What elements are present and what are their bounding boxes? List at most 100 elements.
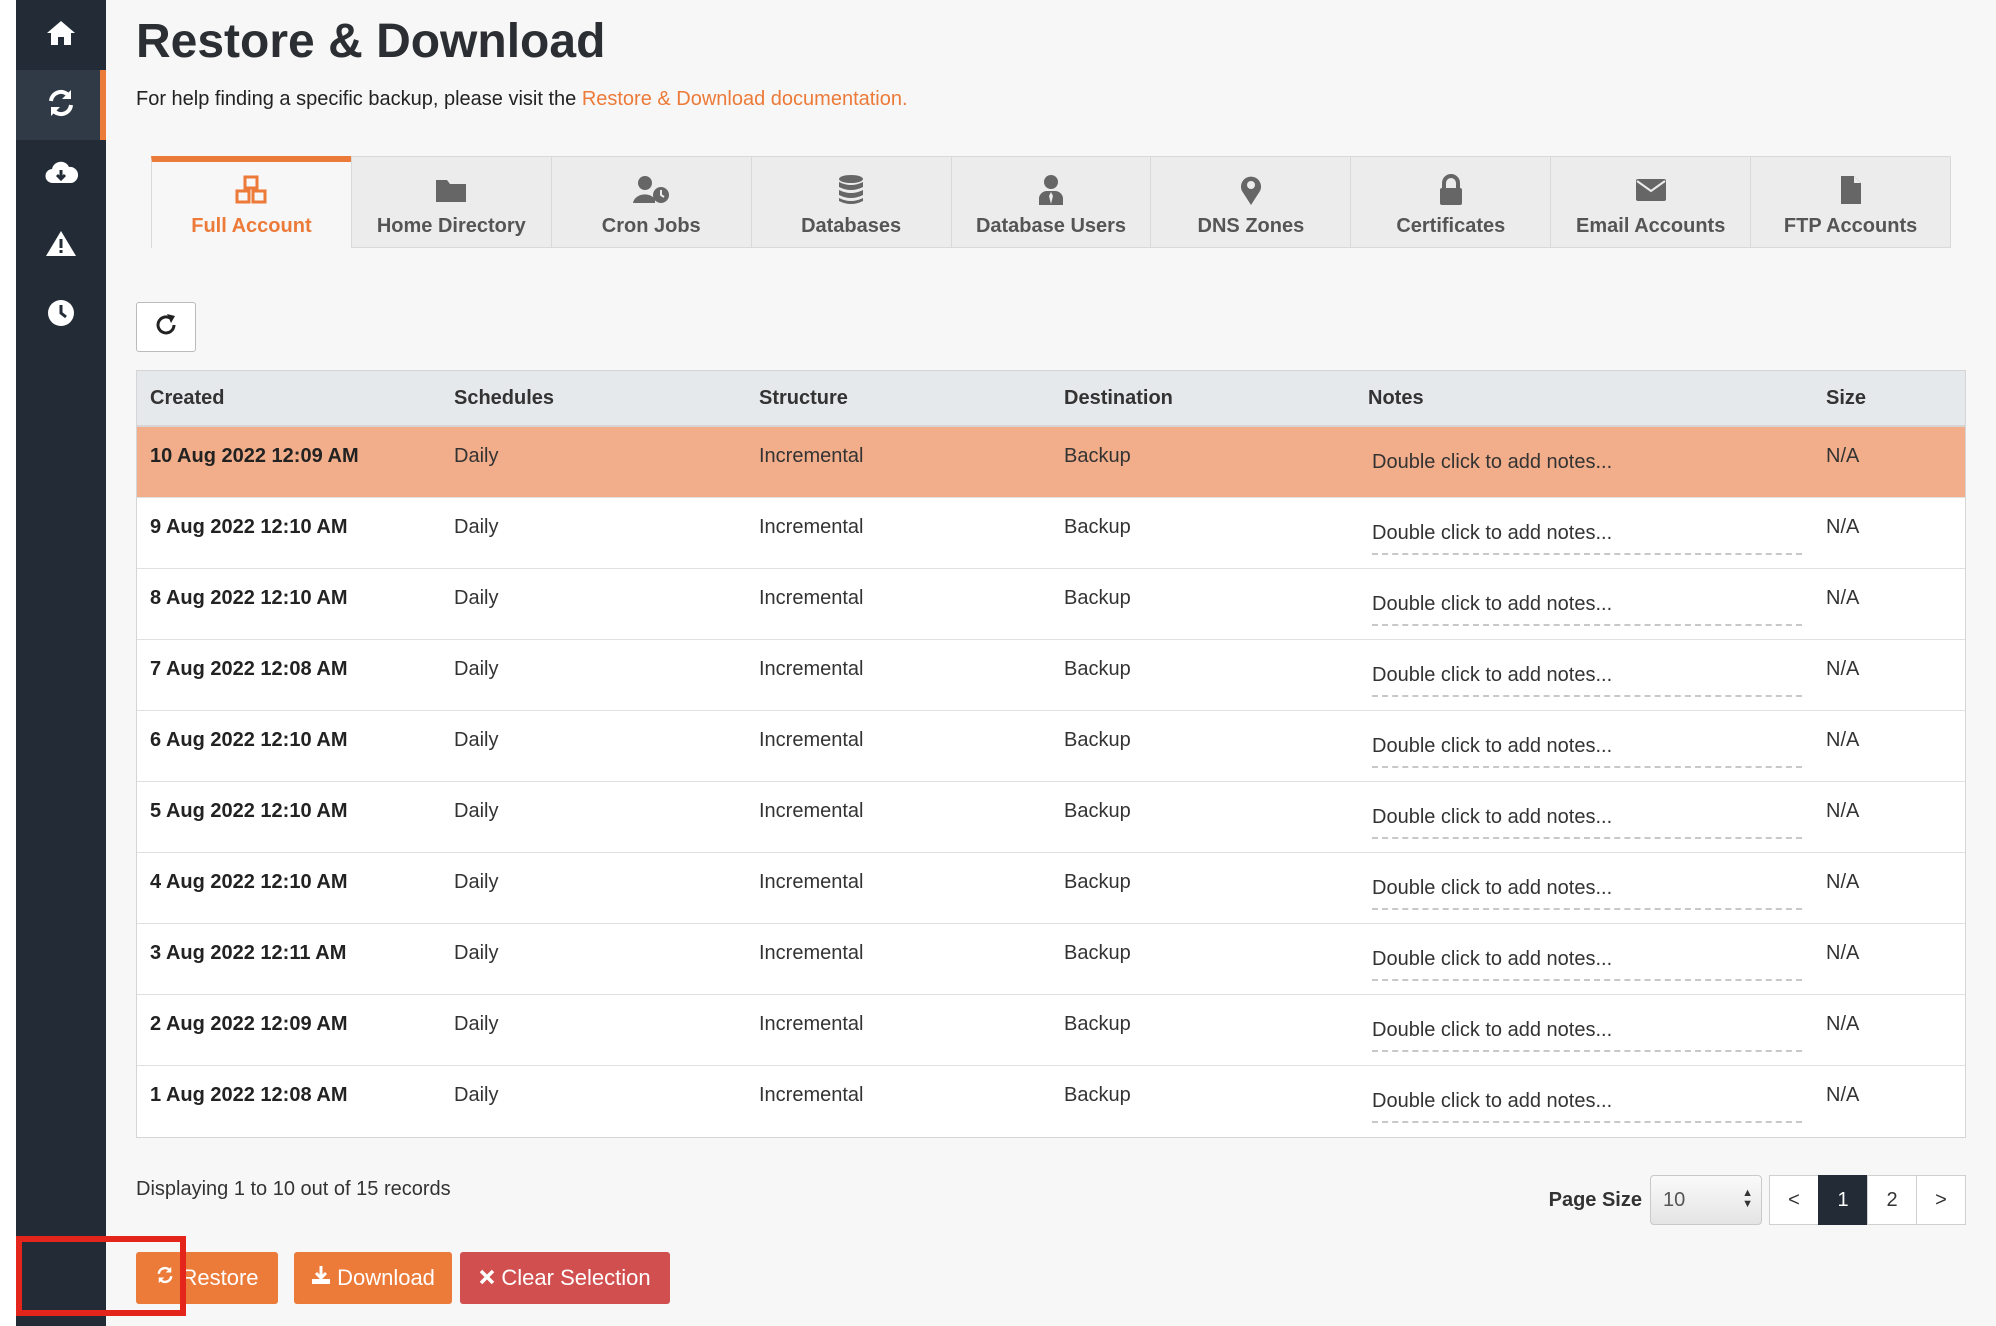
cell-notes: Double click to add notes... <box>1355 640 1813 710</box>
sidebar-item-restore[interactable] <box>16 70 106 140</box>
help-text: For help finding a specific backup, plea… <box>136 88 908 111</box>
restore-button[interactable]: Restore <box>136 1252 278 1304</box>
cell-structure: Incremental <box>759 516 864 538</box>
cell-destination: Backup <box>1064 729 1131 751</box>
table-row[interactable]: 1 Aug 2022 12:08 AM Daily Incremental Backu… <box>137 1066 1965 1137</box>
table-row[interactable]: 4 Aug 2022 12:10 AM Daily Incremental Backu… <box>137 853 1965 924</box>
notes-field[interactable]: Double click to add notes... <box>1372 593 1802 626</box>
tab-label: Database Users <box>975 215 1127 237</box>
cell-created: 1 Aug 2022 12:08 AM <box>150 1084 348 1106</box>
cell-size: N/A <box>1826 871 1860 893</box>
tab-database-users[interactable]: Database Users <box>950 156 1151 248</box>
cell-structure: Incremental <box>759 800 864 822</box>
notes-field[interactable]: Double click to add notes... <box>1372 735 1802 768</box>
clear-selection-button-label: Clear Selection <box>501 1265 651 1290</box>
tab-cron-jobs[interactable]: Cron Jobs <box>550 156 751 248</box>
table-row[interactable]: 3 Aug 2022 12:11 AM Daily Incremental Backu… <box>137 924 1965 995</box>
warning-icon <box>45 229 77 262</box>
tab-ftp-accounts[interactable]: FTP Accounts <box>1750 156 1952 248</box>
notes-field[interactable]: Double click to add notes... <box>1372 1090 1802 1123</box>
column-header-size[interactable]: Size <box>1813 387 1963 410</box>
sidebar-item-home[interactable] <box>16 0 106 70</box>
cell-size: N/A <box>1826 516 1860 538</box>
tab-home-directory[interactable]: Home Directory <box>350 156 551 248</box>
cell-notes: Double click to add notes... <box>1355 782 1813 852</box>
cell-destination: Backup <box>1064 658 1131 680</box>
page-2-button[interactable]: 2 <box>1867 1175 1917 1225</box>
page-title: Restore & Download <box>136 15 606 68</box>
cell-schedules: Daily <box>454 445 499 467</box>
help-text-prefix: For help finding a specific backup, plea… <box>136 88 582 110</box>
notes-field[interactable]: Double click to add notes... <box>1372 1019 1802 1052</box>
table-row[interactable]: 9 Aug 2022 12:10 AM Daily Incremental Backu… <box>137 498 1965 569</box>
notes-field[interactable]: Double click to add notes... <box>1372 806 1802 839</box>
tab-label: Certificates <box>1396 215 1506 237</box>
notes-field[interactable]: Double click to add notes... <box>1372 664 1802 697</box>
page-size-select[interactable]: 10 ▲ ▼ <box>1650 1175 1762 1225</box>
cell-structure: Incremental <box>759 1084 864 1106</box>
table-row[interactable]: 10 Aug 2022 12:09 AM Daily Incremental Back… <box>137 427 1965 498</box>
tab-certificates[interactable]: Certificates <box>1350 156 1551 248</box>
tab-dns-zones[interactable]: DNS Zones <box>1150 156 1351 248</box>
table-body: 10 Aug 2022 12:09 AM Daily Incremental Back… <box>137 427 1965 1137</box>
main-content: Restore & Download For help finding a sp… <box>106 0 1996 1326</box>
records-summary: Displaying 1 to 10 out of 15 records <box>136 1178 451 1200</box>
cell-created: 10 Aug 2022 12:09 AM <box>150 445 359 467</box>
notes-field[interactable]: Double click to add notes... <box>1372 451 1802 484</box>
home-icon <box>45 19 77 52</box>
cell-structure: Incremental <box>759 729 864 751</box>
column-header-structure[interactable]: Structure <box>746 387 1051 410</box>
cell-schedules: Daily <box>454 587 499 609</box>
table-row[interactable]: 8 Aug 2022 12:10 AM Daily Incremental Backu… <box>137 569 1965 640</box>
cell-destination: Backup <box>1064 800 1131 822</box>
notes-field[interactable]: Double click to add notes... <box>1372 948 1802 981</box>
cell-destination: Backup <box>1064 587 1131 609</box>
sidebar-item-alerts[interactable] <box>16 210 106 280</box>
cell-schedules: Daily <box>454 1084 499 1106</box>
cell-schedules: Daily <box>454 942 499 964</box>
clear-selection-button[interactable]: Clear Selection <box>460 1252 670 1304</box>
notes-field[interactable]: Double click to add notes... <box>1372 522 1802 555</box>
table-row[interactable]: 5 Aug 2022 12:10 AM Daily Incremental Backu… <box>137 782 1965 853</box>
select-arrows-icon: ▲ ▼ <box>1742 1187 1753 1210</box>
column-header-notes[interactable]: Notes <box>1355 387 1813 410</box>
cell-structure: Incremental <box>759 587 864 609</box>
cell-created: 5 Aug 2022 12:10 AM <box>150 800 348 822</box>
cell-structure: Incremental <box>759 1013 864 1035</box>
cell-notes: Double click to add notes... <box>1355 427 1813 497</box>
cloud-download-icon <box>44 159 79 192</box>
cell-schedules: Daily <box>454 658 499 680</box>
sidebar-item-download[interactable] <box>16 140 106 210</box>
prev-page-button[interactable]: < <box>1769 1175 1819 1225</box>
cell-created: 3 Aug 2022 12:11 AM <box>150 942 347 964</box>
cell-structure: Incremental <box>759 445 864 467</box>
table-row[interactable]: 2 Aug 2022 12:09 AM Daily Incremental Backu… <box>137 995 1965 1066</box>
tab-full-account[interactable]: Full Account <box>151 156 351 248</box>
refresh-button[interactable] <box>136 302 196 352</box>
next-page-button[interactable]: > <box>1916 1175 1966 1225</box>
table-row[interactable]: 6 Aug 2022 12:10 AM Daily Incremental Backu… <box>137 711 1965 782</box>
sidebar-item-schedule[interactable] <box>16 280 106 350</box>
tab-label: FTP Accounts <box>1783 215 1918 237</box>
notes-field[interactable]: Double click to add notes... <box>1372 877 1802 910</box>
column-header-created[interactable]: Created <box>137 387 441 410</box>
documentation-link[interactable]: Restore & Download documentation. <box>582 88 908 110</box>
tab-label: Databases <box>801 215 902 237</box>
download-icon <box>311 1265 331 1291</box>
tab-label: Cron Jobs <box>601 215 701 237</box>
cell-created: 9 Aug 2022 12:10 AM <box>150 516 348 538</box>
tab-email-accounts[interactable]: Email Accounts <box>1550 156 1751 248</box>
column-header-destination[interactable]: Destination <box>1051 387 1355 410</box>
page-size-label: Page Size <box>1548 1188 1642 1211</box>
page-1-button[interactable]: 1 <box>1818 1175 1868 1225</box>
database-icon <box>837 173 865 207</box>
tab-databases[interactable]: Databases <box>750 156 951 248</box>
download-button-label: Download <box>337 1265 435 1290</box>
column-header-schedules[interactable]: Schedules <box>441 387 746 410</box>
table-row[interactable]: 7 Aug 2022 12:08 AM Daily Incremental Backu… <box>137 640 1965 711</box>
cell-size: N/A <box>1826 445 1860 467</box>
download-button[interactable]: Download <box>294 1252 452 1304</box>
cell-schedules: Daily <box>454 729 499 751</box>
cell-size: N/A <box>1826 1013 1860 1035</box>
cell-schedules: Daily <box>454 1013 499 1035</box>
